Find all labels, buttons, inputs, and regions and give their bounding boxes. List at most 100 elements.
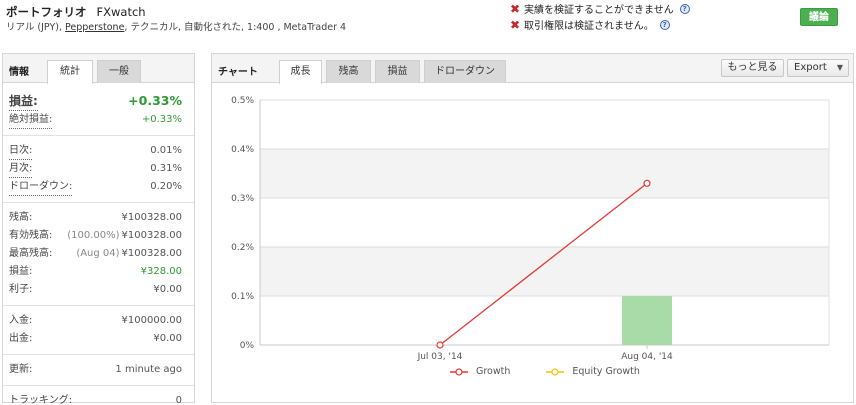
- profit-value: ¥328.00: [140, 266, 182, 277]
- legend-equity-marker: [546, 367, 565, 376]
- x-tick-label: Jul 03, '14: [417, 352, 463, 362]
- cross-icon: ✖: [510, 1, 521, 16]
- abs-gain-label: 絶対損益:: [9, 111, 53, 129]
- highest-value: ¥100328.00: [121, 248, 182, 259]
- growth-point: [436, 341, 444, 349]
- withdrawals-value: ¥0.00: [153, 333, 182, 344]
- account-name: FXwatch: [96, 5, 146, 19]
- monthly-row: 月次: 0.31%: [9, 160, 182, 178]
- highest-label: 最高残高:: [9, 248, 53, 259]
- cross-icon: ✖: [510, 17, 521, 32]
- interest-label: 利子:: [9, 284, 33, 295]
- legend-equity-label: Equity Growth: [572, 366, 640, 377]
- account-details: , テクニカル, 自動化された, 1:400 , MetaTrader 4: [124, 22, 347, 33]
- chart-panel-title: チャート: [218, 67, 258, 78]
- equity-value: ¥100328.00: [121, 230, 182, 241]
- chart-legend: Growth Equity Growth: [450, 366, 676, 377]
- drawdown-value: 0.20%: [150, 181, 182, 192]
- abs-gain-row: 絶対損益: +0.33%: [9, 111, 182, 129]
- growth-bar: [622, 296, 672, 345]
- growth-point: [643, 179, 651, 187]
- grid-band: [260, 247, 829, 296]
- grid-band: [260, 296, 829, 345]
- legend-item-equity-growth[interactable]: Equity Growth: [546, 366, 640, 377]
- daily-value: 0.01%: [150, 145, 182, 156]
- withdrawals-label: 出金:: [9, 333, 33, 344]
- updated-row: 更新: 1 minute ago: [9, 361, 182, 379]
- info-panel-header: 情報 統計 一般: [3, 54, 194, 84]
- highest-row: 最高残高: (Aug 04) ¥100328.00: [9, 245, 182, 263]
- interest-row: 利子: ¥0.00: [9, 281, 182, 299]
- daily-row: 日次: 0.01%: [9, 142, 182, 160]
- warning-trading-privileges-text: 取引権限は検証されません。: [524, 21, 654, 32]
- help-icon[interactable]: ?: [659, 19, 670, 30]
- interest-value: ¥0.00: [153, 284, 182, 295]
- balance-label: 残高:: [9, 212, 33, 223]
- warning-track-record-text: 実績を検証することができません: [524, 5, 674, 16]
- highest-date: (Aug 04): [76, 248, 120, 259]
- grid-band: [260, 198, 829, 247]
- y-tick-label: 0.5%: [231, 96, 254, 106]
- x-tick-label: Aug 04, '14: [621, 352, 673, 362]
- updated-label: 更新:: [9, 364, 33, 375]
- info-panel-title: 情報: [9, 67, 29, 78]
- account-summary: リアル (JPY), Pepperstone, テクニカル, 自動化された, 1…: [6, 19, 346, 33]
- monthly-label: 月次:: [9, 160, 33, 178]
- tab-growth[interactable]: 成長: [279, 60, 322, 84]
- legend-growth-marker: [450, 367, 468, 376]
- abs-gain-value: +0.33%: [141, 114, 182, 125]
- gain-label: 損益:: [9, 89, 38, 111]
- daily-label: 日次:: [9, 142, 33, 160]
- balance-row: 残高: ¥100328.00: [9, 209, 182, 227]
- deposits-label: 入金:: [9, 315, 33, 326]
- portfolio-label: ポートフォリオ: [6, 5, 87, 19]
- y-tick-label: 0.4%: [231, 145, 254, 155]
- tab-drawdown[interactable]: ドローダウン: [424, 60, 506, 83]
- chart-panel: チャート 成長 残高 損益 ドローダウン もっと見る Export ▼ 0% 0.…: [211, 53, 854, 403]
- tab-profit[interactable]: 損益: [375, 60, 420, 83]
- export-label: Export: [794, 62, 827, 73]
- discuss-button[interactable]: 議論: [800, 8, 838, 26]
- y-tick-label: 0.3%: [231, 194, 254, 204]
- drawdown-row: ドローダウン: 0.20%: [9, 178, 182, 196]
- warning-trading-privileges: ✖ 取引権限は検証されません。 ?: [510, 17, 670, 32]
- deposits-value: ¥100000.00: [121, 315, 182, 326]
- gain-row: 損益: +0.33%: [9, 89, 182, 111]
- equity-row: 有効残高: (100.00%) ¥100328.00: [9, 227, 182, 245]
- y-tick-label: 0.2%: [231, 243, 254, 253]
- withdrawals-row: 出金: ¥0.00: [9, 330, 182, 348]
- legend-growth-label: Growth: [476, 366, 511, 377]
- equity-percent: (100.00%): [67, 230, 120, 241]
- warning-track-record: ✖ 実績を検証することができません ?: [510, 1, 690, 16]
- legend-item-growth[interactable]: Growth: [450, 366, 510, 377]
- tab-general[interactable]: 一般: [97, 60, 141, 83]
- grid-band: [260, 149, 829, 198]
- page-title: ポートフォリオ FXwatch: [6, 4, 146, 20]
- equity-label: 有効残高:: [9, 230, 53, 241]
- profit-row: 損益: ¥328.00: [9, 263, 182, 281]
- grid-band: [260, 100, 829, 149]
- monthly-value: 0.31%: [150, 163, 182, 174]
- export-button[interactable]: Export ▼: [787, 59, 849, 77]
- drawdown-label: ドローダウン:: [9, 178, 73, 196]
- chevron-down-icon: ▼: [836, 63, 843, 72]
- gain-value: +0.33%: [128, 93, 182, 108]
- help-icon[interactable]: ?: [679, 3, 690, 14]
- tab-stats[interactable]: 統計: [47, 60, 93, 84]
- account-type: リアル (JPY),: [6, 22, 66, 33]
- growth-chart: 0% 0.1% 0.2% 0.3% 0.4% 0.5% Jul 03, '14 Aug 04,…: [231, 96, 830, 362]
- balance-value: ¥100328.00: [121, 212, 182, 223]
- tracking-label[interactable]: トラッキング:: [9, 392, 72, 405]
- tracking-row: トラッキング: 0: [9, 392, 182, 405]
- info-panel: 情報 統計 一般 損益: +0.33% 絶対損益: +0.33% 日次: 0.0…: [2, 53, 195, 405]
- deposits-row: 入金: ¥100000.00: [9, 312, 182, 330]
- y-tick-label: 0.1%: [231, 292, 254, 302]
- updated-value: 1 minute ago: [115, 364, 182, 375]
- broker-link[interactable]: Pepperstone: [65, 22, 124, 33]
- more-button[interactable]: もっと見る: [721, 59, 784, 77]
- chart-panel-header: チャート 成長 残高 損益 ドローダウン もっと見る Export ▼: [212, 54, 853, 84]
- y-tick-label: 0%: [240, 341, 255, 351]
- tab-balance[interactable]: 残高: [326, 60, 371, 83]
- profit-label: 損益:: [9, 266, 33, 277]
- tracking-value: 0: [175, 395, 182, 405]
